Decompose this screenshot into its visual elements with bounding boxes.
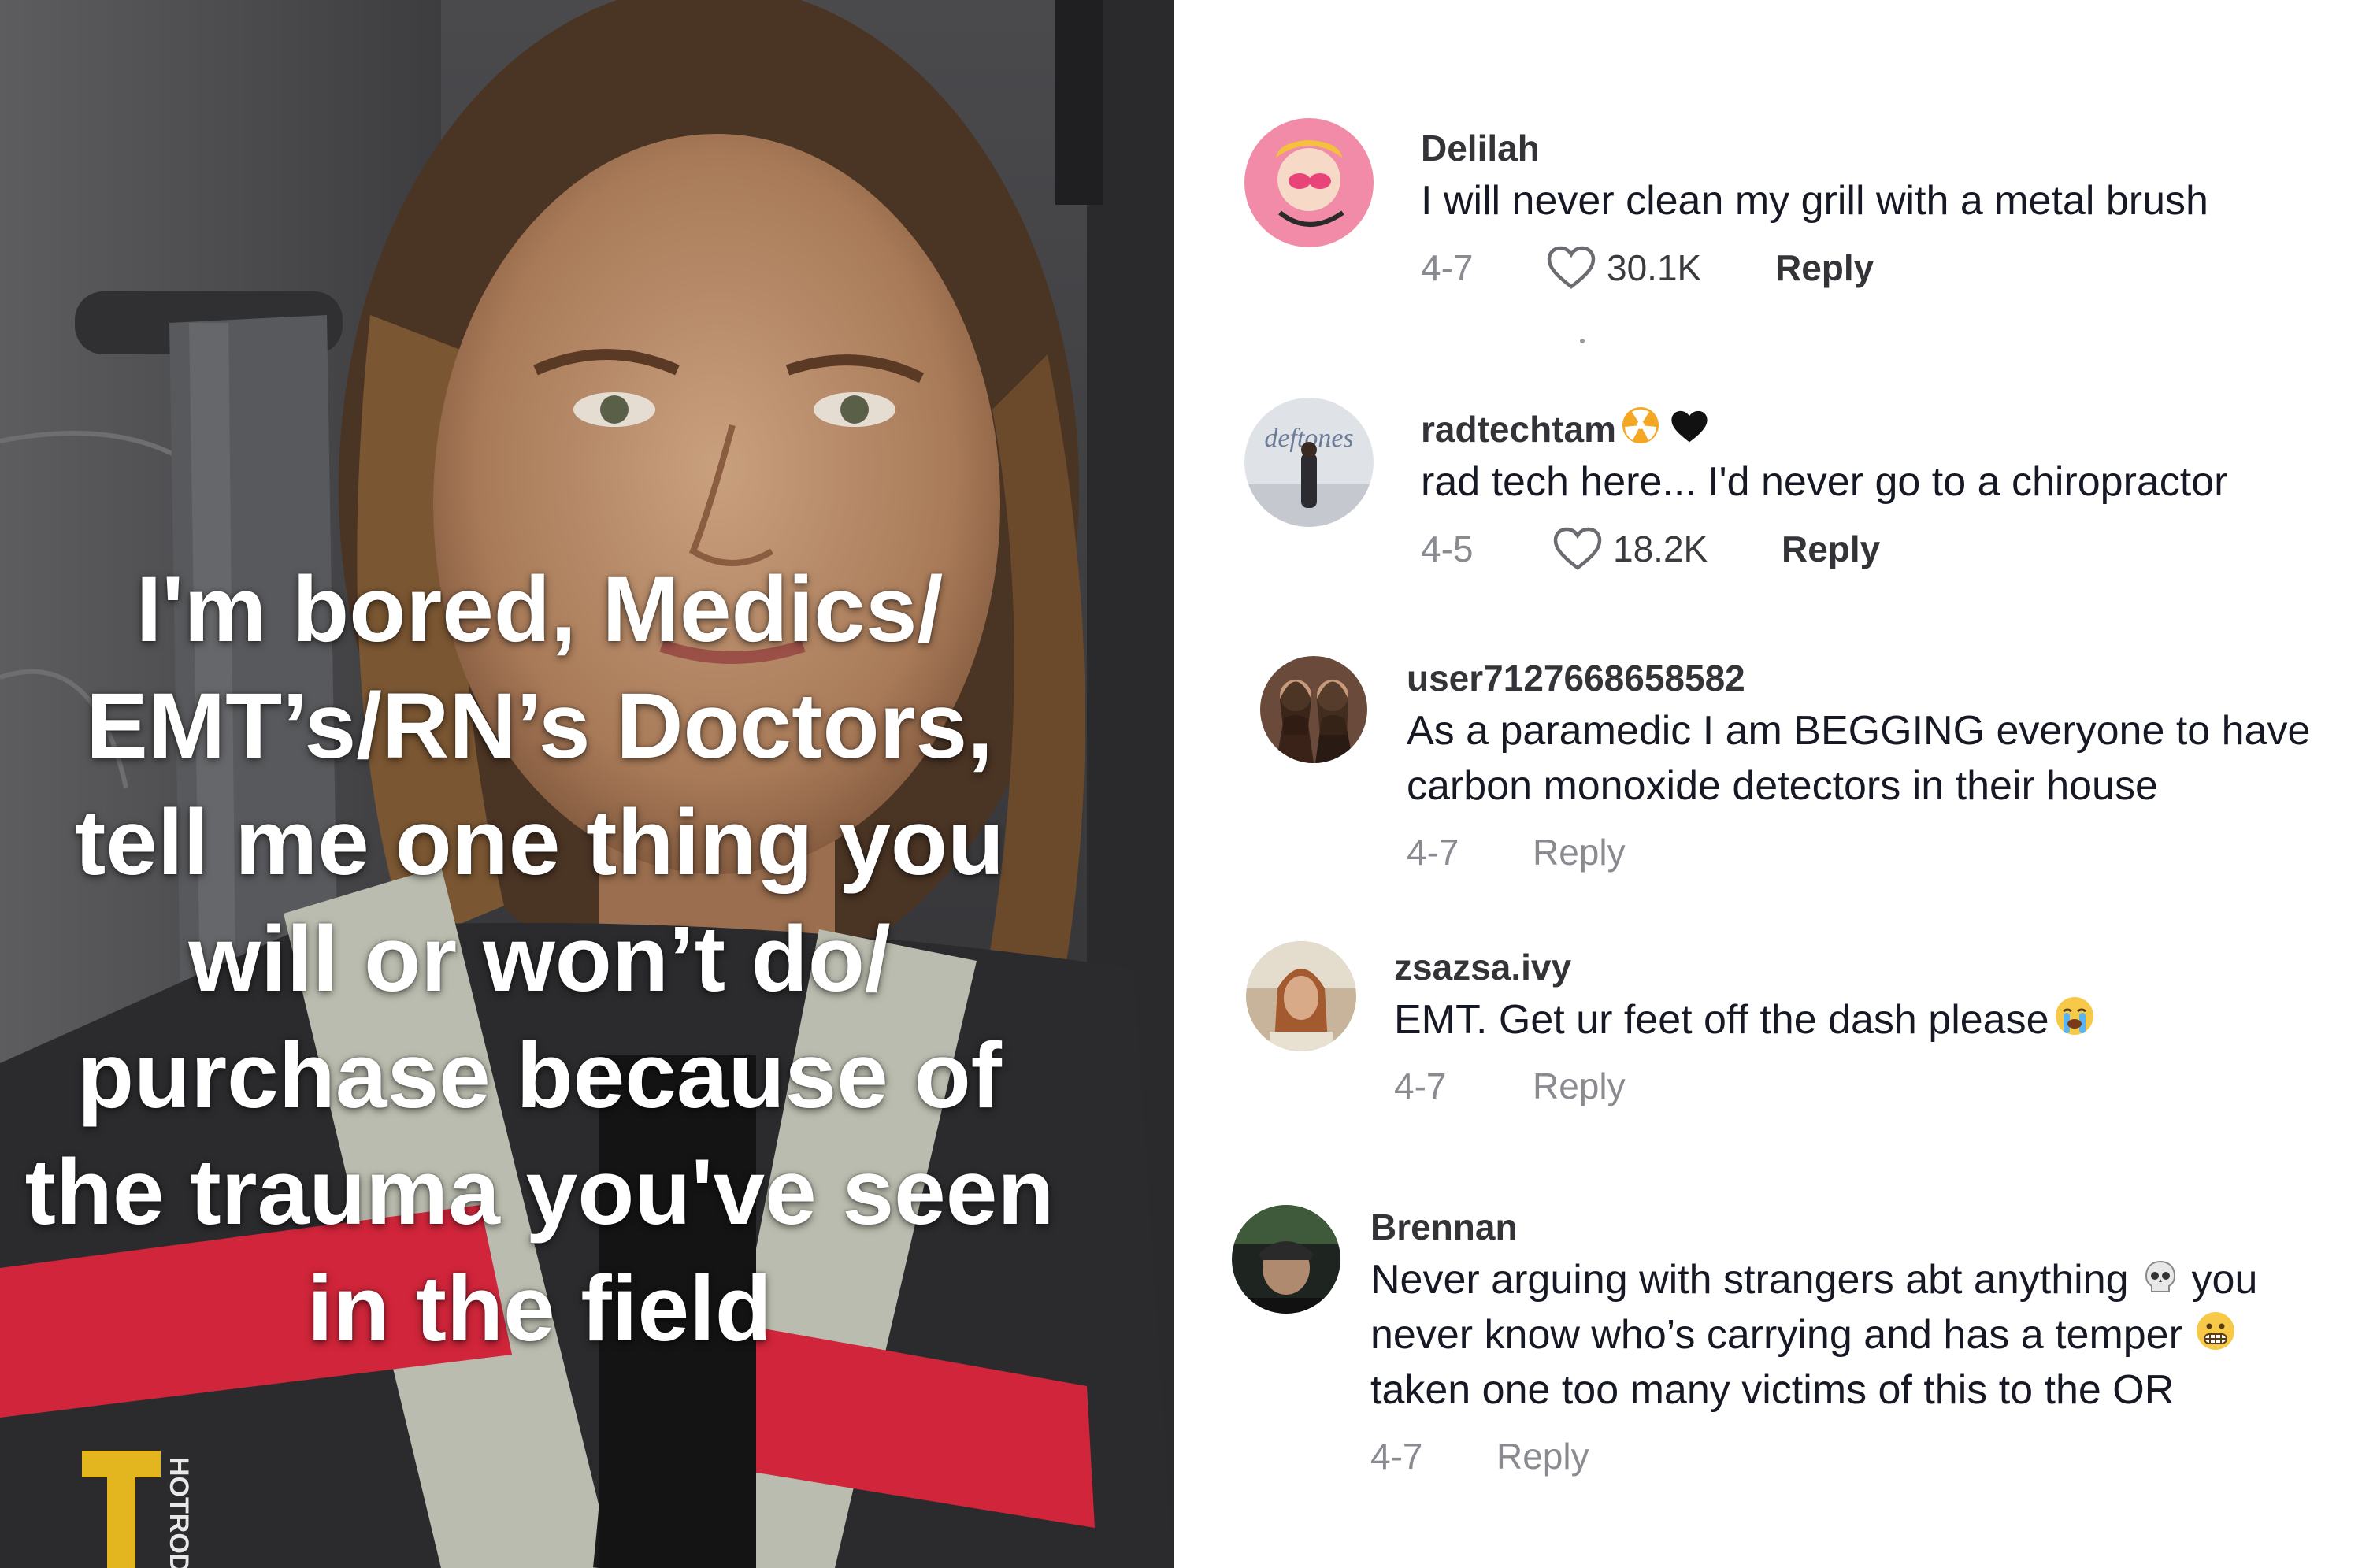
comment-body: zsazsa.ivy EMT. Get ur feet off the dash… — [1394, 945, 2100, 1107]
comment-body: Brennan Never arguing with strangers abt… — [1370, 1205, 2257, 1477]
like-button[interactable]: 30.1K — [1547, 246, 1775, 290]
comment-text-line: I will never clean my grill with a metal… — [1421, 178, 2208, 224]
reply-button[interactable]: Reply — [1533, 1065, 1626, 1107]
comment-date: 4-7 — [1394, 1066, 1447, 1106]
comment-text-line: taken one too many victims of this to th… — [1370, 1367, 2175, 1413]
comment-username-text: radtechtam — [1421, 409, 1616, 450]
black-heart-emoji-icon — [1671, 410, 1708, 443]
caption-line: purchase because of — [77, 1024, 1002, 1128]
comment-text-segment: you — [2191, 1257, 2258, 1303]
comment-text: As a paramedic I am BEGGING everyone to … — [1407, 703, 2310, 814]
comment-body: radtechtam rad tech here... I'd never go… — [1421, 406, 2228, 571]
like-count: 30.1K — [1607, 247, 1702, 288]
separator-dot — [1580, 339, 1585, 343]
jacket-logo-image: HOTROD — [82, 1451, 194, 1568]
comment-username[interactable]: user7127668658582 — [1407, 656, 2310, 700]
loudly-crying-face-emoji-icon — [2055, 997, 2093, 1035]
comment-date: 4-7 — [1421, 247, 1474, 288]
avatar[interactable] — [1260, 656, 1367, 763]
video-caption: I'm bored, Medics/ EMT’s/RN’s Doctors, t… — [16, 551, 1063, 1367]
comment-text: EMT. Get ur feet off the dash please — [1394, 992, 2100, 1047]
comment-text-line: Never arguing with strangers abt anythin… — [1370, 1252, 2257, 1307]
comment-text: I will never clean my grill with a metal… — [1421, 173, 2208, 228]
comment-body: user7127668658582 As a paramedic I am BE… — [1407, 656, 2310, 873]
radioactive-emoji-icon — [1622, 407, 1659, 443]
svg-text:HOTROD: HOTROD — [164, 1457, 194, 1568]
comment-meta: 4-7 30.1K Reply — [1421, 246, 2208, 290]
comment-meta: 4-7 Reply — [1394, 1065, 2100, 1107]
caption-line: the trauma you've seen — [24, 1140, 1055, 1244]
caption-line: EMT’s/RN’s Doctors, — [86, 674, 993, 778]
caption-line: I'm bored, Medics/ — [135, 558, 944, 662]
avatar[interactable] — [1232, 1205, 1340, 1314]
grimacing-face-emoji-icon — [2196, 1312, 2234, 1350]
reply-button[interactable]: Reply — [1533, 831, 1626, 873]
comment-username[interactable]: radtechtam — [1421, 406, 2228, 451]
comment-date: 4-7 — [1370, 1436, 1423, 1477]
comment-text-line: EMT. Get ur feet off the dash please — [1394, 997, 2049, 1043]
avatar[interactable] — [1244, 118, 1374, 247]
comment-text-line: never know who’s carrying and has a temp… — [1370, 1307, 2257, 1362]
comment-username[interactable]: Delilah — [1421, 126, 2208, 170]
panel-divider — [1174, 0, 1194, 1568]
comment-meta: 4-7 Reply — [1407, 831, 2310, 873]
comment-meta: 4-7 Reply — [1370, 1435, 2257, 1477]
like-button[interactable]: 18.2K — [1553, 527, 1782, 571]
comments-list: Delilah I will never clean my grill with… — [1194, 0, 2362, 1568]
comment-text-line: carbon monoxide detectors in their house — [1407, 763, 2158, 809]
skull-emoji-icon — [2145, 1260, 2175, 1292]
reply-button[interactable]: Reply — [1496, 1435, 1589, 1477]
caption-line: will or won’t do/ — [188, 907, 891, 1011]
comment-date: 4-7 — [1407, 832, 1459, 873]
comment-text-segment: Never arguing with strangers abt anythin… — [1370, 1257, 2129, 1303]
avatar[interactable]: deftones — [1244, 398, 1374, 527]
caption-line: tell me one thing you — [74, 791, 1005, 895]
comment-text-segment: never know who’s carrying and has a temp… — [1370, 1312, 2182, 1358]
comment-body: Delilah I will never clean my grill with… — [1421, 126, 2208, 290]
reply-button[interactable]: Reply — [1782, 528, 1880, 570]
heart-icon — [1547, 246, 1596, 289]
comment-date: 4-5 — [1421, 528, 1474, 569]
avatar[interactable] — [1246, 941, 1356, 1051]
comment-text: rad tech here... I'd never go to a chiro… — [1421, 454, 2228, 510]
comment-text-line: As a paramedic I am BEGGING everyone to … — [1407, 708, 2311, 754]
comment-text-line: rad tech here... I'd never go to a chiro… — [1421, 459, 2228, 505]
comment-meta: 4-5 18.2K Reply — [1421, 527, 2228, 571]
comment-username[interactable]: Brennan — [1370, 1205, 2257, 1249]
comment-text: Never arguing with strangers abt anythin… — [1370, 1252, 2257, 1418]
reply-button[interactable]: Reply — [1775, 247, 1874, 289]
heart-icon — [1553, 527, 1602, 570]
caption-line: in the field — [307, 1257, 772, 1361]
like-count: 18.2K — [1613, 528, 1708, 569]
video-frame[interactable]: I'm bored, Medics/ EMT’s/RN’s Doctors, t… — [0, 0, 1174, 1568]
comment-username[interactable]: zsazsa.ivy — [1394, 945, 2100, 989]
